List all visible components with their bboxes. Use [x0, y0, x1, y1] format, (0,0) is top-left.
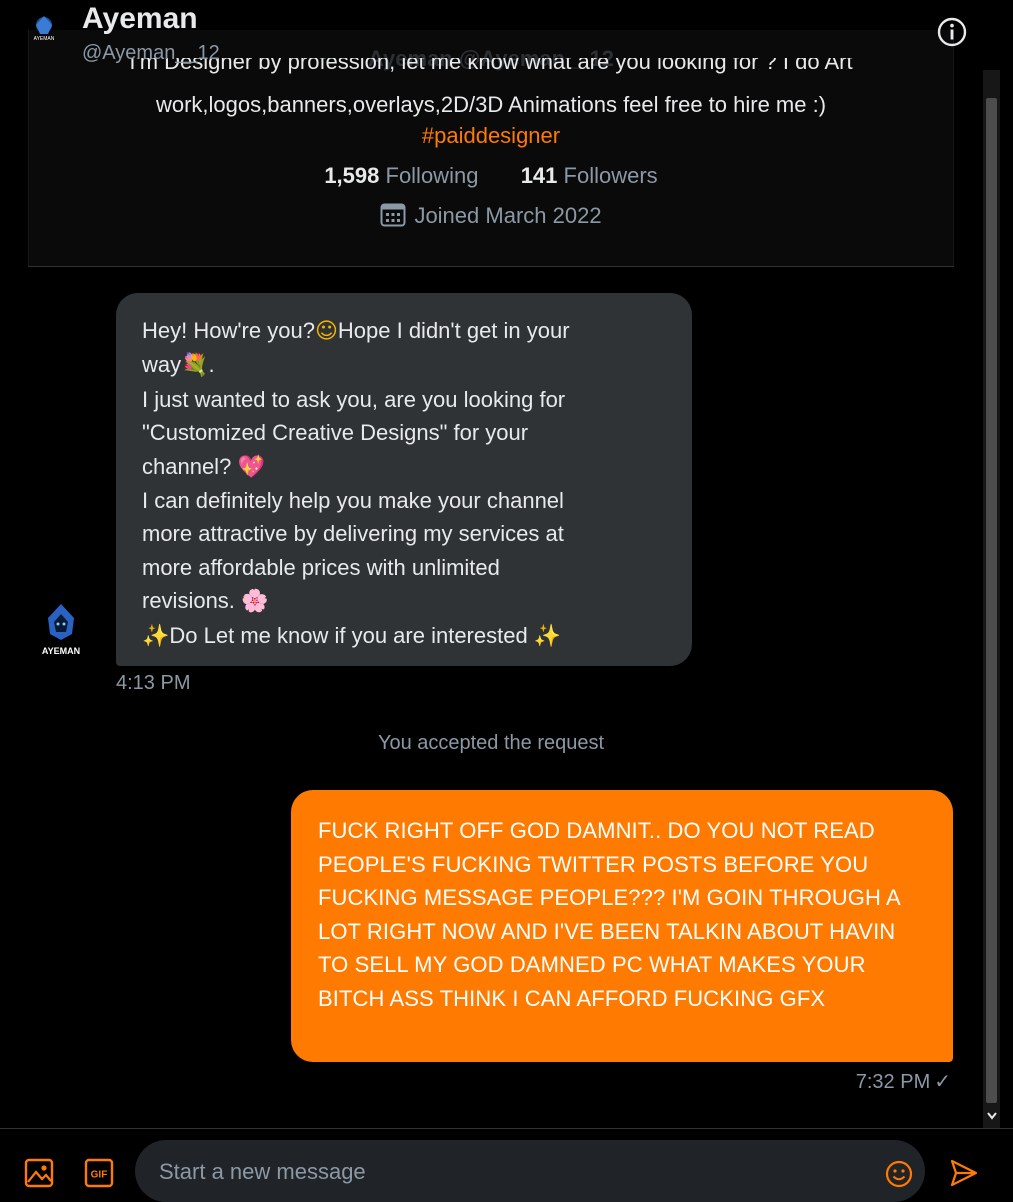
gif-icon[interactable]: GIF — [84, 1158, 114, 1188]
msg-line: way💐. — [142, 352, 215, 379]
header-name[interactable]: Ayeman — [82, 2, 198, 36]
sparkling-heart-emoji: 💖 — [237, 454, 265, 480]
followers-label[interactable]: Followers — [564, 163, 658, 188]
sent-check-icon: ✓ — [934, 1071, 951, 1093]
incoming-message-bubble[interactable]: Hey! How're you?☺Hope I didn't get in yo… — [116, 293, 692, 666]
scroll-down-icon[interactable] — [983, 1104, 1000, 1128]
svg-text:GIF: GIF — [91, 1170, 108, 1181]
following-count[interactable]: 1,598 — [324, 163, 379, 188]
msg-line: Hey! How're you?☺Hope I didn't get in yo… — [142, 318, 570, 344]
send-icon[interactable] — [949, 1158, 979, 1188]
message-input[interactable] — [157, 1154, 861, 1190]
msg-line: "Customized Creative Designs" for your — [142, 420, 529, 446]
sparkles-emoji: ✨ — [142, 623, 170, 649]
emoji-icon[interactable] — [885, 1160, 913, 1188]
msg-line: more attractive by delivering my service… — [142, 521, 564, 547]
svg-text:AYEMAN: AYEMAN — [42, 646, 80, 656]
calendar-icon — [380, 203, 406, 227]
conversation-header: AYEMAN Ayeman @Ayeman__12 — [0, 0, 1013, 70]
image-icon[interactable] — [24, 1158, 54, 1188]
cherry-blossom-emoji: 🌸 — [241, 589, 269, 615]
msg-line: I just wanted to ask you, are you lookin… — [142, 386, 566, 412]
outgoing-timestamp: 7:32 PM ✓ — [855, 1071, 951, 1093]
profile-bio: work,logos,banners,overlays,2D/3D Animat… — [69, 90, 913, 120]
smiling-emoji: ☺ — [314, 319, 338, 344]
profile-stats: 1,598 Following 141 Followers — [29, 163, 953, 189]
joined-text: Joined March 2022 — [414, 203, 602, 228]
followers-count[interactable]: 141 — [521, 163, 558, 188]
info-icon[interactable] — [937, 17, 967, 47]
sparkles-emoji: ✨ — [533, 623, 562, 649]
header-handle: @Ayeman__12 — [82, 42, 220, 64]
scrollbar-thumb[interactable] — [986, 98, 997, 1103]
bouquet-emoji: 💐 — [181, 353, 209, 379]
msg-line: ✨Do Let me know if you are interested ✨ — [142, 622, 562, 649]
incoming-timestamp: 4:13 PM — [116, 672, 191, 694]
msg-line: I can definitely help you make your chan… — [142, 488, 564, 514]
hashtag-link[interactable]: #paiddesigner — [29, 123, 953, 149]
bio-line-2: work,logos,banners,overlays,2D/3D Animat… — [155, 92, 827, 117]
joined-date: Joined March 2022 — [29, 203, 953, 229]
msg-line: channel? 💖 — [142, 453, 265, 480]
system-message: You accepted the request — [377, 732, 605, 754]
msg-line: more affordable prices with unlimited — [142, 554, 500, 580]
header-avatar[interactable]: AYEMAN — [30, 14, 58, 42]
following-label[interactable]: Following — [386, 163, 479, 188]
message-input-wrapper[interactable] — [135, 1140, 925, 1202]
outgoing-message-bubble[interactable]: FUCK RIGHT OFF GOD DAMNIT.. DO YOU NOT R… — [291, 790, 953, 1062]
msg-line: revisions. 🌸 — [142, 588, 269, 615]
svg-text:AYEMAN: AYEMAN — [34, 36, 55, 42]
sender-avatar[interactable]: AYEMAN — [36, 600, 86, 660]
